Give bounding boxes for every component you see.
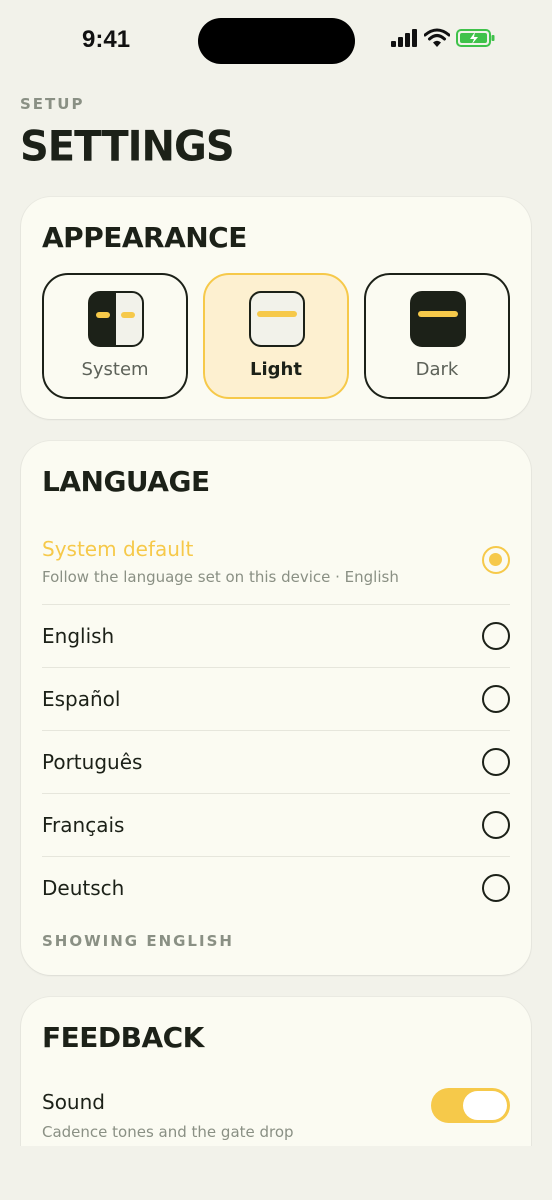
appearance-card: APPEARANCE System Light Dark [21,197,531,419]
feedback-title: FEEDBACK [42,1021,204,1054]
theme-label-light: Light [250,359,302,380]
language-option-english[interactable]: English [42,605,510,668]
sound-label: Sound [42,1090,105,1114]
dark-theme-icon [410,291,466,347]
theme-option-dark[interactable]: Dark [364,273,510,399]
toggle-knob [463,1091,507,1120]
language-card: LANGUAGE System default Follow the langu… [21,441,531,975]
language-option-espanol[interactable]: Español [42,668,510,731]
theme-option-system[interactable]: System [42,273,188,399]
language-label: English [42,624,115,648]
status-bar: 9:41 [0,0,552,84]
language-label: Deutsch [42,876,125,900]
battery-charging-icon [456,29,495,47]
language-label: System default [42,537,194,561]
theme-option-light[interactable]: Light [203,273,349,399]
theme-label-dark: Dark [415,359,459,380]
cellular-signal-icon [391,29,417,47]
language-option-deutsch[interactable]: Deutsch [42,857,510,920]
status-time: 9:41 [82,26,131,53]
sound-toggle[interactable] [431,1088,510,1123]
radio-icon[interactable] [482,748,510,776]
language-option-portugues[interactable]: Português [42,731,510,794]
section-eyebrow: SETUP [20,95,85,113]
language-label: Français [42,813,125,837]
page-title: SETTINGS [20,122,235,172]
language-option-francais[interactable]: Français [42,794,510,857]
language-label: Español [42,687,121,711]
bottom-fade [0,1146,552,1200]
theme-label-system: System [81,359,149,380]
radio-icon[interactable] [482,685,510,713]
radio-selected-icon[interactable] [482,546,510,574]
system-theme-icon [88,291,144,347]
radio-icon[interactable] [482,874,510,902]
light-theme-icon [249,291,305,347]
radio-icon[interactable] [482,811,510,839]
language-label: Português [42,750,143,774]
language-option-system-default[interactable]: System default Follow the language set o… [42,527,510,605]
language-note: SHOWING ENGLISH [42,932,234,950]
sound-subtitle: Cadence tones and the gate drop [42,1123,294,1141]
dynamic-island [198,18,355,64]
radio-icon[interactable] [482,622,510,650]
language-title: LANGUAGE [42,465,210,498]
status-icons [390,28,496,48]
language-subtitle: Follow the language set on this device ·… [42,568,399,586]
wifi-icon [424,28,450,47]
appearance-title: APPEARANCE [42,221,247,254]
